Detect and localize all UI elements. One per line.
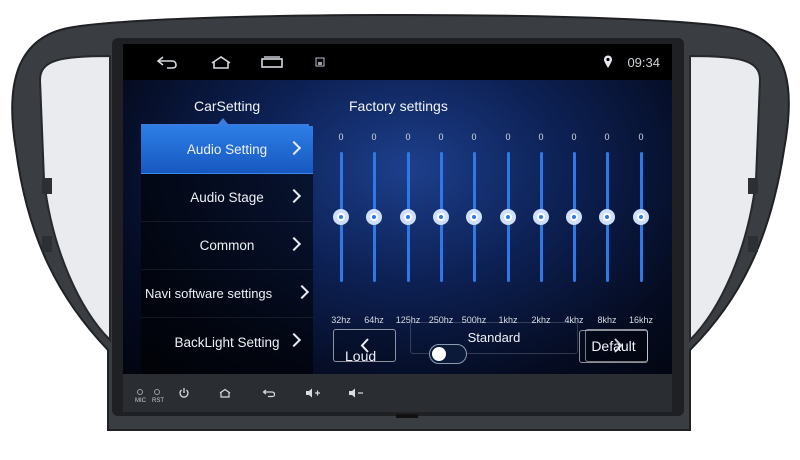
eq-band-label: 8khz	[597, 315, 617, 325]
eq-band-500hz: 0 500hz	[459, 132, 489, 325]
eq-band-value: 0	[338, 132, 344, 142]
sidebar-item-backlight-setting[interactable]: BackLight Setting	[141, 318, 313, 366]
eq-band-label: 64hz	[364, 315, 384, 325]
clock: 09:34	[627, 55, 660, 70]
eq-band-label: 32hz	[331, 315, 351, 325]
eq-slider-thumb[interactable]	[533, 209, 549, 225]
eq-band-1khz: 0 1khz	[493, 132, 523, 325]
eq-band-value: 0	[604, 132, 610, 142]
sidebar-item-common[interactable]: Common	[141, 222, 313, 270]
status-bar: 09:34	[123, 44, 672, 80]
loud-toggle[interactable]	[429, 344, 467, 364]
eq-band-value: 0	[571, 132, 577, 142]
eq-slider-thumb[interactable]	[633, 209, 649, 225]
eq-band-value: 0	[505, 132, 511, 142]
power-icon[interactable]	[175, 384, 193, 402]
sidebar-item-label: Audio Stage	[190, 190, 264, 205]
hardware-button-bar: MIC RST	[123, 374, 672, 412]
mic-hole-icon	[137, 389, 143, 395]
sidebar-item-label: BackLight Setting	[174, 334, 280, 350]
sidebar-item-audio-stage[interactable]: Audio Stage	[141, 174, 313, 222]
eq-band-32hz: 0 32hz	[326, 132, 356, 325]
rst-label: RST	[152, 398, 164, 404]
sidebar-item-label: Common	[199, 238, 255, 253]
notification-icon	[313, 52, 327, 72]
eq-band-value: 0	[405, 132, 411, 142]
eq-slider-thumb[interactable]	[466, 209, 482, 225]
home-icon[interactable]	[216, 384, 234, 402]
screen: 09:34 CarSetting Factory settings Audio …	[123, 44, 672, 374]
eq-band-8khz: 0 8khz	[592, 132, 622, 325]
chevron-right-icon	[286, 188, 302, 204]
eq-band-value: 0	[371, 132, 377, 142]
sidebar-item-audio-setting[interactable]: Audio Setting	[141, 126, 313, 174]
eq-band-label: 16khz	[628, 315, 654, 325]
eq-slider-thumb[interactable]	[500, 209, 516, 225]
eq-band-2khz: 0 2khz	[526, 132, 556, 325]
home-icon[interactable]	[207, 52, 235, 72]
tab-carsetting[interactable]: CarSetting	[194, 98, 260, 114]
chevron-right-icon	[286, 332, 302, 348]
chevron-right-icon	[286, 140, 302, 156]
eq-band-4khz: 0 4khz	[559, 132, 589, 325]
eq-band-16khz: 0 16khz	[626, 132, 656, 325]
tab-factory-settings[interactable]: Factory settings	[349, 98, 448, 114]
chevron-right-icon	[286, 236, 302, 252]
eq-band-value: 0	[471, 132, 477, 142]
eq-band-250hz: 0 250hz	[426, 132, 456, 325]
loud-label: Loud	[345, 348, 377, 364]
volume-down-icon[interactable]	[346, 384, 366, 402]
eq-band-64hz: 0 64hz	[359, 132, 389, 325]
chevron-right-icon	[294, 284, 310, 300]
eq-slider-thumb[interactable]	[566, 209, 582, 225]
sidebar-item-label: Navi software settings	[145, 286, 273, 301]
default-button[interactable]: Default	[579, 330, 648, 363]
recent-apps-icon[interactable]	[257, 52, 287, 72]
mic-label: MIC	[135, 398, 146, 404]
reset-hole-icon	[154, 389, 160, 395]
eq-slider-thumb[interactable]	[366, 209, 382, 225]
eq-slider-thumb[interactable]	[599, 209, 615, 225]
back-icon[interactable]	[260, 384, 278, 402]
sidebar-item-navi-software-settings[interactable]: Navi software settings	[141, 270, 313, 318]
toggle-knob	[432, 347, 446, 361]
eq-band-value: 0	[538, 132, 544, 142]
car-settings-app: CarSetting Factory settings Audio Settin…	[123, 80, 672, 374]
volume-up-icon[interactable]	[303, 384, 323, 402]
eq-slider-thumb[interactable]	[333, 209, 349, 225]
eq-band-value: 0	[438, 132, 444, 142]
settings-sidebar: Audio Setting Audio Stage Common Navi so…	[141, 126, 313, 374]
location-pin-icon	[601, 52, 615, 72]
eq-band-value: 0	[638, 132, 644, 142]
back-arrow-icon[interactable]	[153, 52, 181, 72]
eq-band-125hz: 0 125hz	[393, 132, 423, 325]
eq-slider-thumb[interactable]	[433, 209, 449, 225]
sidebar-item-label: Audio Setting	[186, 142, 268, 157]
active-tab-caret	[218, 118, 228, 124]
eq-slider-thumb[interactable]	[400, 209, 416, 225]
